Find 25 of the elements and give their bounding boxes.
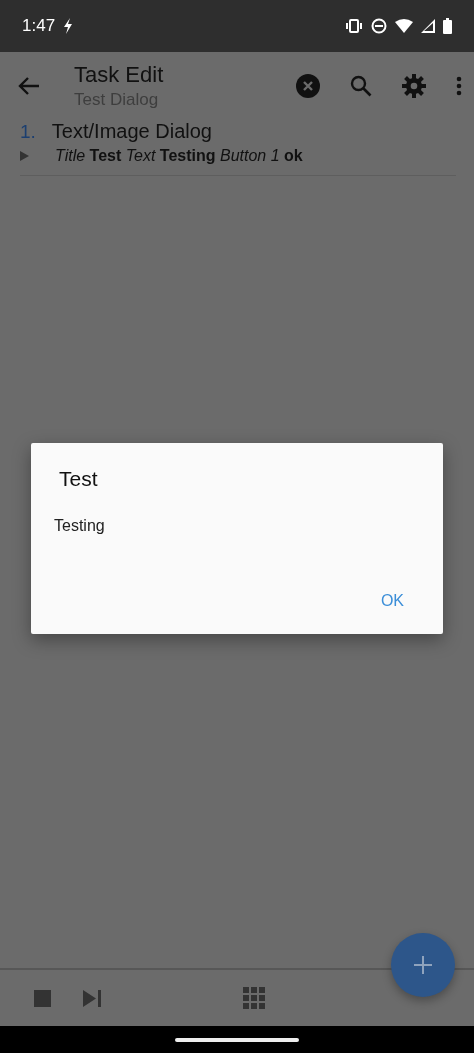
plus-icon [414,956,432,974]
home-indicator[interactable] [175,1037,299,1042]
action-parameters: Title Test Text Testing Button 1 ok [55,147,303,165]
vibrate-icon [345,19,363,33]
more-options-icon[interactable] [456,76,462,96]
search-icon[interactable] [350,75,372,97]
action-name[interactable]: Text/Image Dialog [51,120,212,143]
settings-icon[interactable] [402,74,426,98]
dialog-title: Test [59,467,99,491]
dialog-message: Testing [54,517,106,535]
do-not-disturb-icon [371,18,387,34]
dialog-button[interactable]: OK [364,586,420,616]
signal-icon [421,19,435,33]
battery-icon [443,18,452,34]
flash-icon [63,18,74,34]
skip-next-icon[interactable] [83,989,101,1007]
stop-icon[interactable] [34,989,51,1007]
screen-title: Task Edit [74,62,164,88]
close-icon[interactable] [296,74,320,98]
grid-icon[interactable] [243,987,265,1009]
action-number: 1. [20,121,36,143]
clock: 1:47 [22,16,56,36]
wifi-icon [395,19,413,33]
back-arrow-icon[interactable] [18,76,40,96]
expand-arrow-icon[interactable] [20,151,29,161]
